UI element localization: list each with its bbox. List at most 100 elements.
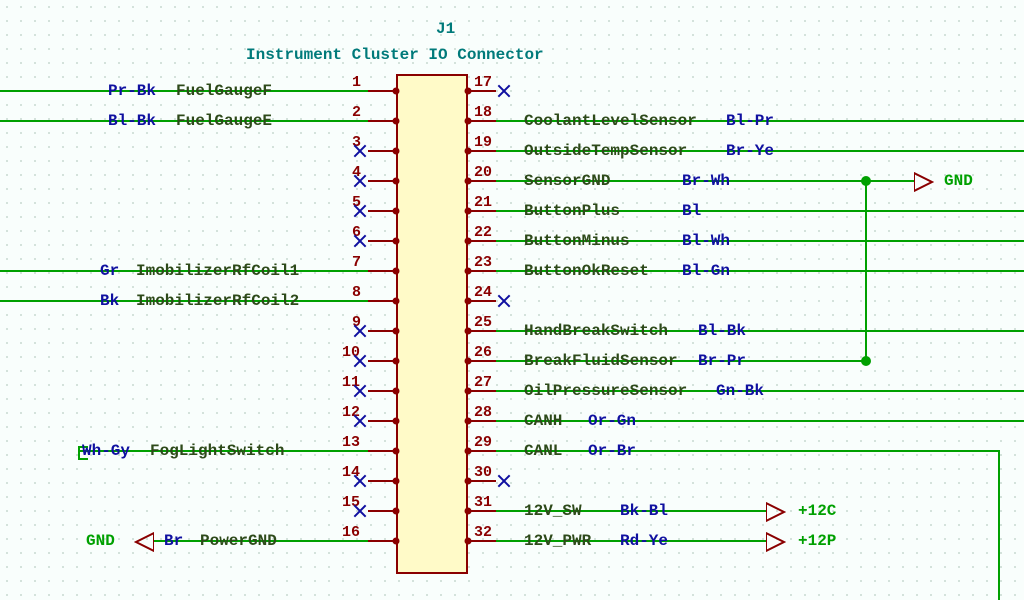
no-connect-icon: [353, 384, 367, 398]
pin-number: 16: [342, 524, 360, 541]
net-label: ButtonOkReset: [524, 262, 649, 280]
net-label: SensorGND: [524, 172, 610, 190]
pin-number: 20: [474, 164, 492, 181]
wire-color-label: Pr-Bk: [108, 82, 156, 100]
no-connect-icon: [353, 234, 367, 248]
wire-color-label: Rd-Ye: [620, 532, 668, 550]
wire-color-label: Wh-Gy: [82, 442, 130, 460]
pin-number: 8: [352, 284, 361, 301]
pin-number: 29: [474, 434, 492, 451]
wire-color-label: Bl-Bk: [698, 322, 746, 340]
pin-number: 24: [474, 284, 492, 301]
pin-number: 18: [474, 104, 492, 121]
no-connect-icon: [353, 144, 367, 158]
net-label: OilPressureSensor: [524, 382, 687, 400]
no-connect-icon: [353, 204, 367, 218]
pin-number: 1: [352, 74, 361, 91]
pin-endpoint: [393, 208, 400, 215]
pin-number: 27: [474, 374, 492, 391]
pin-endpoint: [465, 178, 472, 185]
net-label: FuelGaugeE: [176, 112, 272, 130]
pin-endpoint: [465, 388, 472, 395]
power-arrow-right-icon: [766, 502, 784, 520]
pin-number: 22: [474, 224, 492, 241]
wire: [865, 180, 867, 362]
pin-number: 31: [474, 494, 492, 511]
wire-color-label: Bl-Wh: [682, 232, 730, 250]
no-connect-icon: [353, 474, 367, 488]
connector-body: [396, 74, 468, 574]
wire-color-label: Gr: [100, 262, 119, 280]
pin-number: 2: [352, 104, 361, 121]
net-label: ButtonMinus: [524, 232, 630, 250]
wire-color-label: Br: [164, 532, 183, 550]
pin-endpoint: [465, 478, 472, 485]
wire: [496, 420, 1024, 422]
no-connect-icon: [353, 354, 367, 368]
pin-number: 30: [474, 464, 492, 481]
pin-endpoint: [393, 238, 400, 245]
wire-color-label: Bl-Gn: [682, 262, 730, 280]
net-label: ButtonPlus: [524, 202, 620, 220]
pin-endpoint: [393, 88, 400, 95]
net-label: FuelGaugeF: [176, 82, 272, 100]
pin-endpoint: [393, 118, 400, 125]
net-label: FogLightSwitch: [150, 442, 284, 460]
pin-endpoint: [393, 448, 400, 455]
net-label: BreakFluidSensor: [524, 352, 678, 370]
wire-color-label: Bl-Pr: [726, 112, 774, 130]
pin-endpoint: [465, 448, 472, 455]
wire-color-label: Or-Gn: [588, 412, 636, 430]
pin-endpoint: [393, 328, 400, 335]
no-connect-icon: [497, 294, 511, 308]
pin-endpoint: [465, 508, 472, 515]
pin-endpoint: [465, 538, 472, 545]
pin-endpoint: [465, 148, 472, 155]
pin-endpoint: [393, 148, 400, 155]
connector-title: Instrument Cluster IO Connector: [246, 46, 544, 64]
pin-number: 17: [474, 74, 492, 91]
pin-number: 19: [474, 134, 492, 151]
net-label: HandBreakSwitch: [524, 322, 668, 340]
net-label: CoolantLevelSensor: [524, 112, 697, 130]
no-connect-icon: [353, 324, 367, 338]
pin-number: 7: [352, 254, 361, 271]
no-connect-icon: [353, 414, 367, 428]
net-label: CANH: [524, 412, 562, 430]
pin-number: 13: [342, 434, 360, 451]
net-label: PowerGND: [200, 532, 277, 550]
pin-number: 23: [474, 254, 492, 271]
pin-endpoint: [393, 358, 400, 365]
pin-number: 28: [474, 404, 492, 421]
wire-color-label: Bl: [682, 202, 701, 220]
pin-endpoint: [465, 208, 472, 215]
pin-endpoint: [465, 88, 472, 95]
wire-color-label: Bl-Bk: [108, 112, 156, 130]
pin-endpoint: [465, 268, 472, 275]
net-label: CANL: [524, 442, 562, 460]
junction-dot: [861, 356, 871, 366]
wire-color-label: Br-Pr: [698, 352, 746, 370]
no-connect-icon: [497, 474, 511, 488]
wire-color-label: Gn-Bk: [716, 382, 764, 400]
pin-endpoint: [465, 358, 472, 365]
no-connect-icon: [353, 504, 367, 518]
pin-endpoint: [393, 178, 400, 185]
connector-refdes: J1: [436, 20, 455, 38]
pin-endpoint: [465, 328, 472, 335]
power-arrow-left-icon: [134, 532, 152, 550]
pin-endpoint: [393, 418, 400, 425]
pin-endpoint: [465, 298, 472, 305]
power-label-gnd-left: GND: [86, 532, 115, 550]
pin-endpoint: [465, 418, 472, 425]
pin-endpoint: [393, 388, 400, 395]
power-label-12c: +12C: [798, 502, 836, 520]
pin-number: 25: [474, 314, 492, 331]
pin-number: 21: [474, 194, 492, 211]
net-label: 12V_SW: [524, 502, 582, 520]
wire-color-label: Bk-Bl: [620, 502, 668, 520]
power-label-12p: +12P: [798, 532, 836, 550]
pin-endpoint: [393, 268, 400, 275]
no-connect-icon: [353, 174, 367, 188]
net-label: 12V_PWR: [524, 532, 591, 550]
